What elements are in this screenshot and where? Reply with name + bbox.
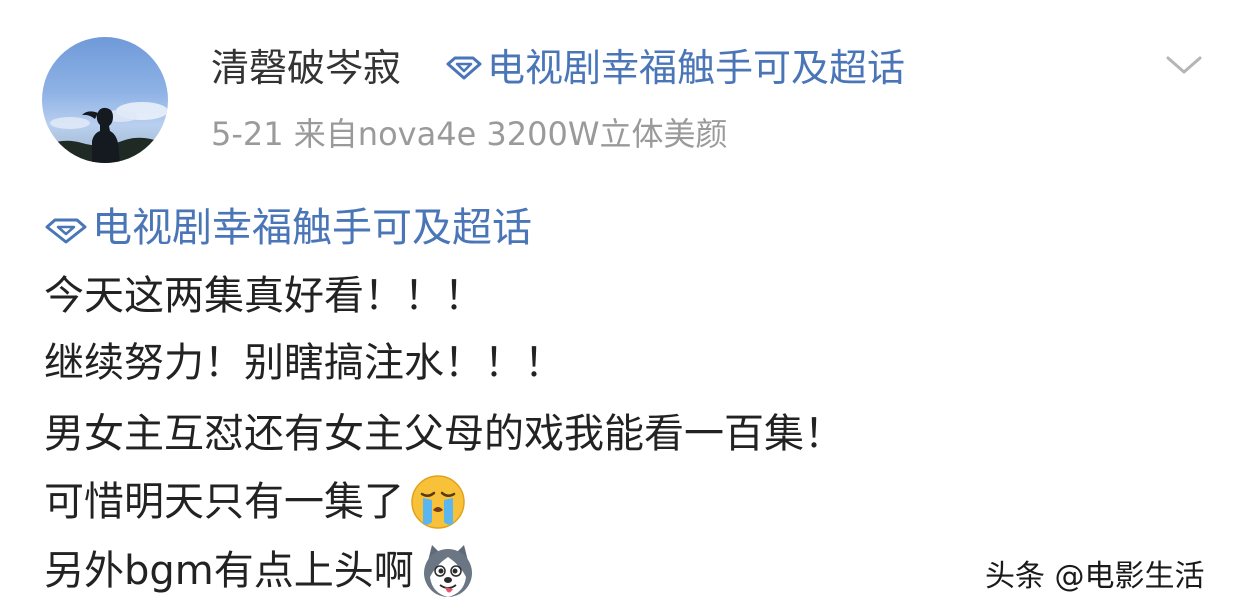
post-text: 另外bgm有点上头啊 <box>44 548 414 594</box>
body-super-topic-link[interactable]: 电视剧幸福触手可及超话 <box>42 202 532 254</box>
super-topic-diamond-icon <box>42 204 92 252</box>
super-topic-diamond-icon <box>443 44 487 92</box>
body-topic-label: 电视剧幸福触手可及超话 <box>92 205 532 251</box>
post-meta: 5-21 来自nova4e 3200W立体美颜 <box>211 115 728 153</box>
header-super-topic-link[interactable]: 电视剧幸福触手可及超话 <box>443 44 905 92</box>
weibo-post: 清磬破岑寂 电视剧幸福触手可及超话 5-21 来自nova4e 3200W立体美… <box>0 0 1235 612</box>
post-text: 可惜明天只有一集了 <box>44 479 404 525</box>
post-text: 继续努力！别瞎搞注水！！！ <box>44 340 564 386</box>
post-text-line: 继续努力！别瞎搞注水！！！ <box>44 337 564 389</box>
post-text: 男女主互怼还有女主父母的戏我能看一百集！ <box>44 411 844 457</box>
post-text: 今天这两集真好看！！！ <box>44 273 484 319</box>
husky-dog-emoji <box>420 543 476 599</box>
username[interactable]: 清磬破岑寂 <box>211 44 401 92</box>
crying-face-emoji <box>410 474 466 530</box>
watermark: 头条 @电影生活 <box>985 559 1205 594</box>
post-text-line: 男女主互怼还有女主父母的戏我能看一百集！ <box>44 408 844 460</box>
post-text-line: 另外bgm有点上头啊 <box>44 543 476 599</box>
post-text-line: 可惜明天只有一集了 <box>44 474 466 530</box>
avatar[interactable] <box>42 37 168 163</box>
chevron-down-icon[interactable] <box>1164 50 1204 80</box>
header-topic-label: 电视剧幸福触手可及超话 <box>487 46 906 90</box>
post-text-line: 今天这两集真好看！！！ <box>44 270 484 322</box>
